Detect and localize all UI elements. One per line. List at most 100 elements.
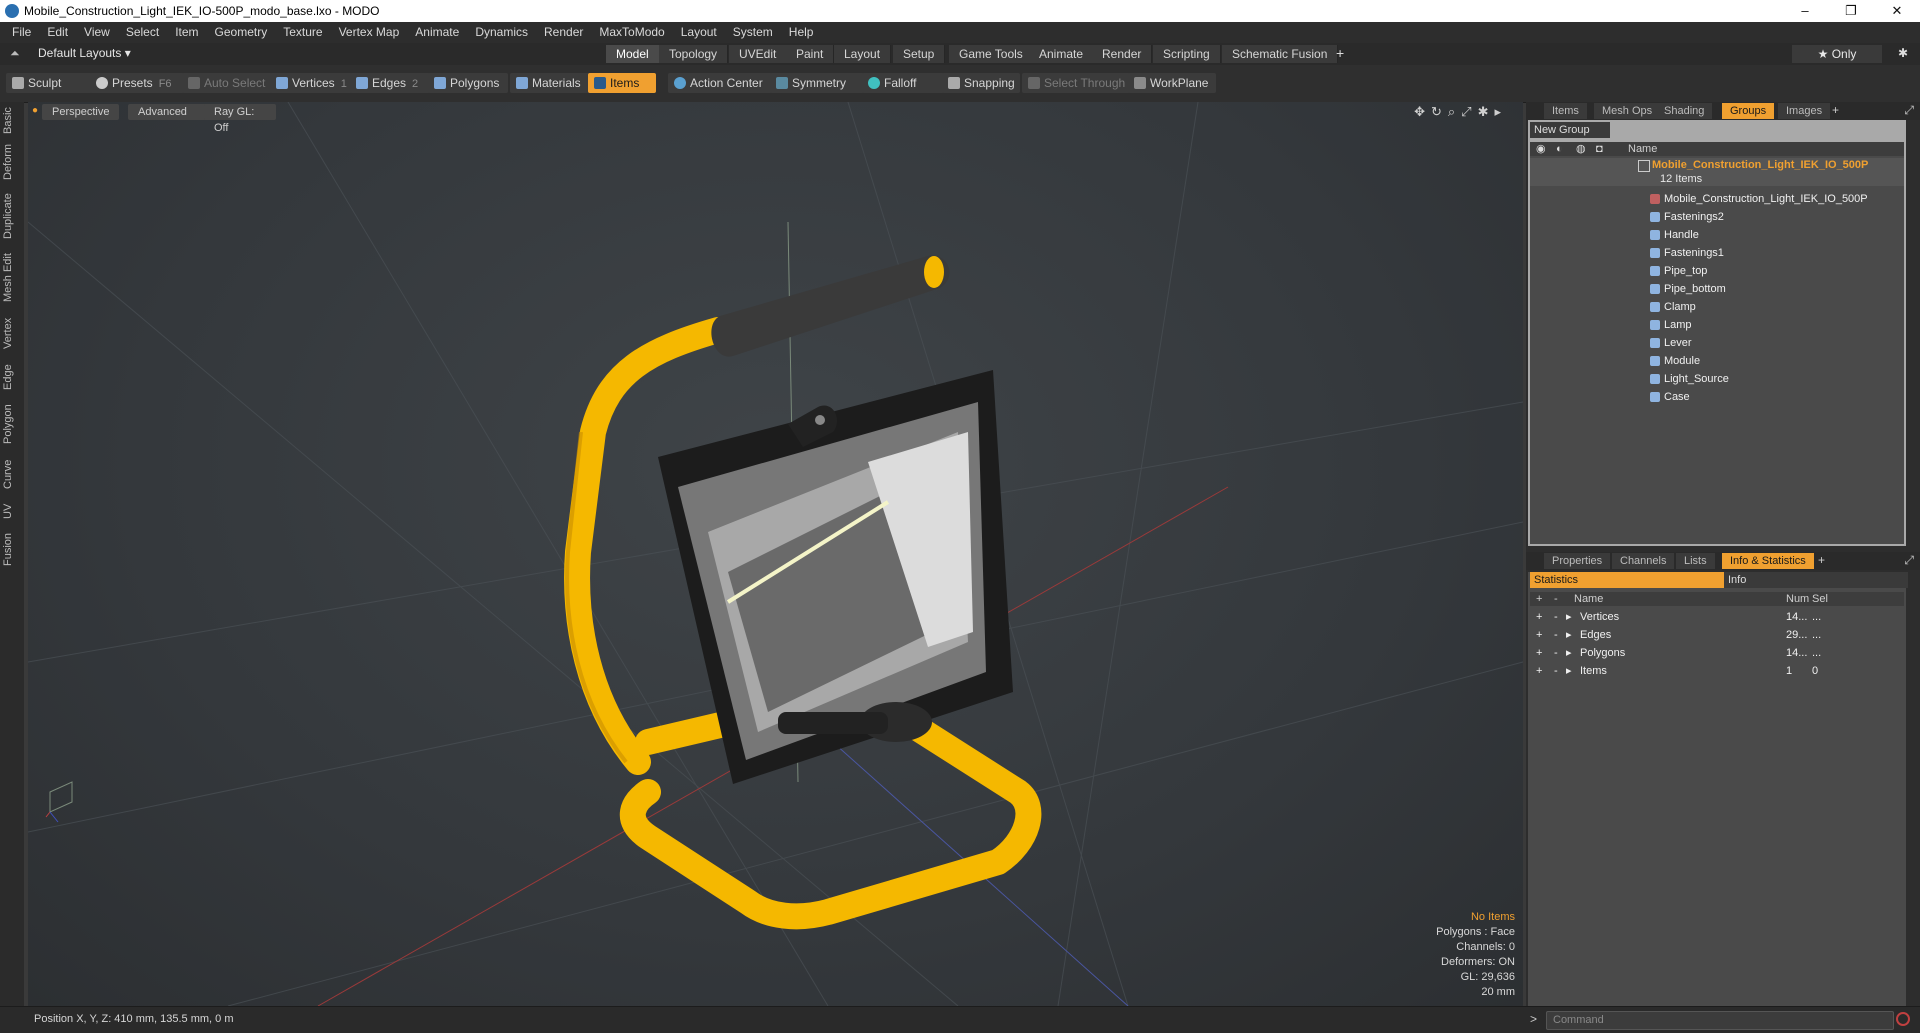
minimize-button[interactable]: – [1782,0,1828,22]
menu-view[interactable]: View [76,22,118,43]
presets-button[interactable]: Presets F6 [90,73,184,93]
tab-mesh-ops[interactable]: Mesh Ops [1594,103,1661,119]
menu-vertex-map[interactable]: Vertex Map [331,22,408,43]
remove-icon[interactable]: - [1554,644,1558,662]
workplane-button[interactable]: WorkPlane [1128,73,1216,93]
table-row[interactable]: + - ▸ Vertices 14... ... [1530,608,1904,626]
expand-all-icon[interactable]: + [1536,592,1542,606]
menu-geometry[interactable]: Geometry [207,22,276,43]
add-tab-icon[interactable]: + [1336,45,1344,61]
expand-arrow-icon[interactable]: ▸ [1566,608,1572,626]
subtab-info[interactable]: Info [1724,572,1908,588]
vtab-vertex[interactable]: Vertex [2,312,22,354]
vtab-basic[interactable]: Basic [2,106,22,136]
list-item[interactable]: Handle [1530,226,1904,244]
tab-animate[interactable]: Animate [1029,45,1095,63]
tab-schematic-fusion[interactable]: Schematic Fusion [1222,45,1339,63]
tab-channels[interactable]: Channels [1612,553,1675,569]
tab-properties[interactable]: Properties [1544,553,1611,569]
expand-arrow-icon[interactable]: ▸ [1566,644,1572,662]
tab-setup[interactable]: Setup [893,45,946,63]
add-icon[interactable]: + [1536,626,1542,644]
auto-select-button[interactable]: Auto Select [182,73,276,93]
add-icon[interactable]: + [1536,662,1542,680]
collapse-icon[interactable]: ⏶ [10,46,20,61]
close-button[interactable]: ✕ [1874,0,1920,22]
maximize-button[interactable]: ❐ [1828,0,1874,22]
symmetry-button[interactable]: Symmetry [770,73,864,93]
list-item[interactable]: Lever [1530,334,1904,352]
menu-layout[interactable]: Layout [673,22,725,43]
select-icon[interactable]: ◘ [1596,142,1603,156]
menu-file[interactable]: File [0,22,39,43]
expand-arrow-icon[interactable]: ▸ [1566,626,1572,644]
tab-paint[interactable]: Paint [786,45,835,63]
tab-lists[interactable]: Lists [1676,553,1715,569]
view-perspective-button[interactable]: Perspective [42,104,120,120]
menu-animate[interactable]: Animate [407,22,467,43]
menu-edit[interactable]: Edit [39,22,76,43]
falloff-button[interactable]: Falloff [862,73,946,93]
list-item[interactable]: Fastenings1 [1530,244,1904,262]
polygons-button[interactable]: Polygons [428,73,508,93]
add-tab-icon[interactable]: + [1832,103,1839,117]
tab-images[interactable]: Images [1778,103,1831,119]
snapping-button[interactable]: Snapping [942,73,1020,93]
layouts-dropdown[interactable]: Default Layouts ▾ [38,46,131,60]
list-item[interactable]: Clamp [1530,298,1904,316]
3d-viewport[interactable]: ● Perspective Advanced Ray GL: Off ✥↻⌕⤢✱… [28,102,1523,1006]
vtab-edge[interactable]: Edge [2,360,22,394]
vtab-deform[interactable]: Deform [2,142,22,182]
list-item[interactable]: Case [1530,388,1904,406]
vertices-button[interactable]: Vertices 1 [270,73,356,93]
menu-help[interactable]: Help [781,22,822,43]
expand-panel-icon[interactable]: ⤢ [1904,103,1914,118]
record-icon[interactable] [1896,1012,1910,1026]
collapse-all-icon[interactable]: - [1554,592,1558,606]
raygl-button[interactable]: Ray GL: Off [204,104,276,134]
vtab-polygon[interactable]: Polygon [2,400,22,448]
shading-advanced-button[interactable]: Advanced [128,104,208,120]
new-group-button[interactable]: New Group [1530,122,1610,138]
tab-items[interactable]: Items [1544,103,1587,119]
menu-texture[interactable]: Texture [275,22,330,43]
list-item[interactable]: Pipe_bottom [1530,280,1904,298]
lock-icon[interactable]: ◍ [1576,142,1586,156]
sculpt-button[interactable]: Sculpt [6,73,96,93]
table-row[interactable]: + - ▸ Items 1 0 [1530,662,1904,680]
list-item[interactable]: Lamp [1530,316,1904,334]
vtab-mesh-edit[interactable]: Mesh Edit [2,250,22,306]
vtab-curve[interactable]: Curve [2,454,22,494]
tab-render[interactable]: Render [1092,45,1153,63]
remove-icon[interactable]: - [1554,608,1558,626]
select-through-button[interactable]: Select Through [1022,73,1132,93]
expand-panel-icon[interactable]: ⤢ [1904,553,1914,568]
tab-topology[interactable]: Topology [659,45,729,63]
group-row[interactable]: Mobile_Construction_Light_IEK_IO_500P 12… [1530,158,1904,186]
menu-item[interactable]: Item [167,22,206,43]
tab-info-statistics[interactable]: Info & Statistics [1722,553,1814,569]
expand-arrow-icon[interactable]: ▸ [1566,662,1572,680]
list-item[interactable]: Pipe_top [1530,262,1904,280]
subtab-statistics[interactable]: Statistics [1530,572,1724,588]
menu-render[interactable]: Render [536,22,591,43]
tab-groups[interactable]: Groups [1722,103,1775,119]
list-item[interactable]: Module [1530,352,1904,370]
list-item[interactable]: Mobile_Construction_Light_IEK_IO_500P [1530,190,1904,208]
table-row[interactable]: + - ▸ Polygons 14... ... [1530,644,1904,662]
materials-button[interactable]: Materials [510,73,590,93]
add-tab-icon[interactable]: + [1818,553,1825,567]
viewport-menu-icon[interactable]: ● [32,105,38,116]
remove-icon[interactable]: - [1554,662,1558,680]
items-button[interactable]: Items [588,73,656,93]
render-icon[interactable]: ◐ [1556,142,1563,156]
add-icon[interactable]: + [1536,608,1542,626]
tab-model[interactable]: Model [606,45,660,63]
edges-button[interactable]: Edges 2 [350,73,436,93]
viewport-nav-icons[interactable]: ✥↻⌕⤢✱▸ [1414,104,1507,120]
only-button[interactable]: ★ Only [1792,45,1882,63]
gear-icon[interactable]: ✱ [1898,46,1908,60]
table-row[interactable]: + - ▸ Edges 29... ... [1530,626,1904,644]
add-icon[interactable]: + [1536,644,1542,662]
vtab-duplicate[interactable]: Duplicate [2,188,22,244]
